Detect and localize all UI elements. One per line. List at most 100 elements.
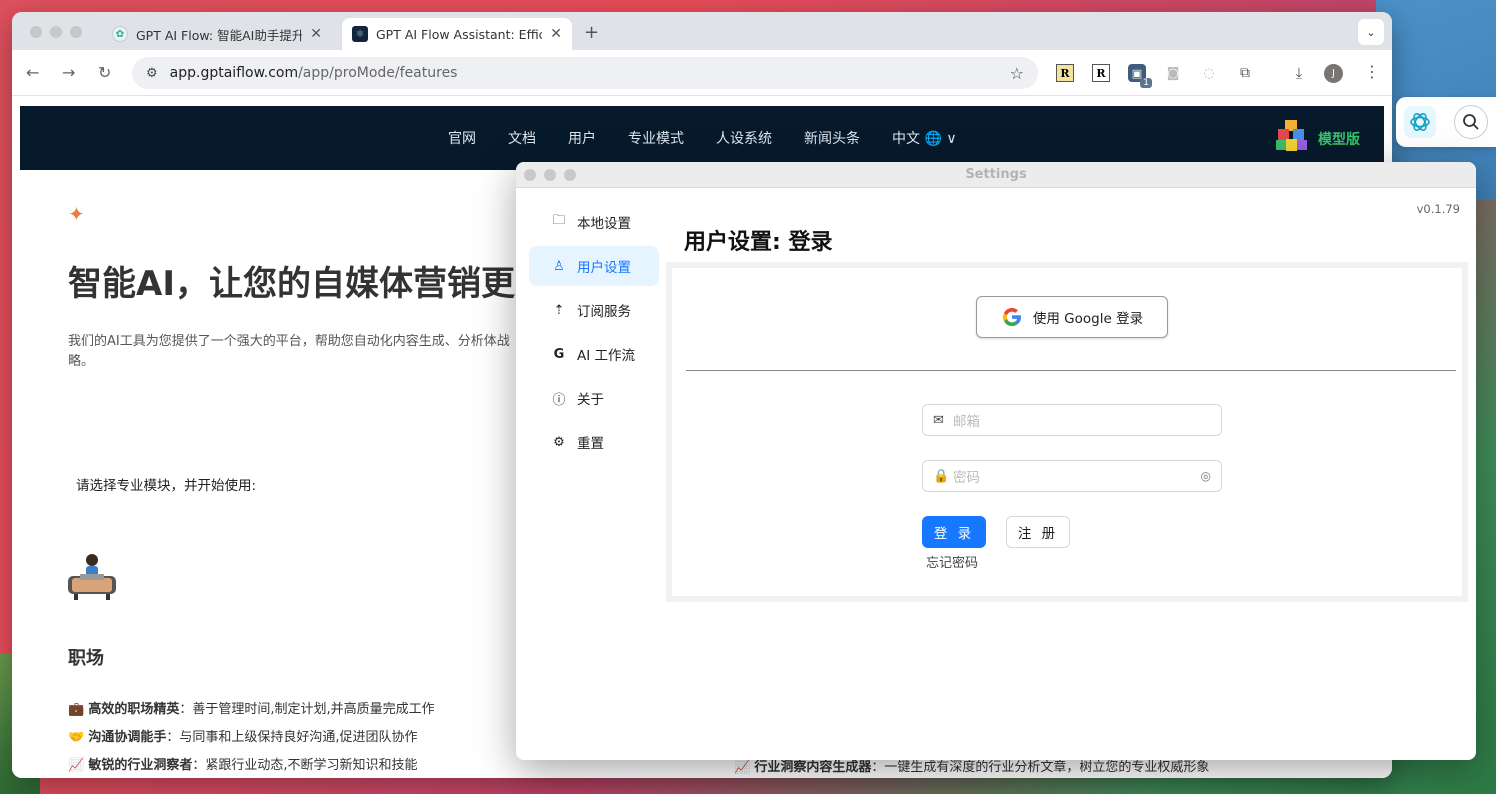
eye-hidden-icon[interactable]: ◎ — [1201, 469, 1211, 483]
extension-badge-icon[interactable]: ▣ 1 — [1128, 64, 1152, 88]
openai-logo-icon — [1410, 113, 1430, 131]
office-worker-icon[interactable] — [66, 550, 118, 602]
extension-dimmed-icon[interactable]: ◌ — [1200, 64, 1218, 82]
user-icon: ♙ — [553, 258, 565, 274]
close-tab-icon[interactable]: ✕ — [550, 26, 562, 42]
extension-r-yellow-icon[interactable]: R — [1056, 64, 1074, 82]
tab-bar: ✿ GPT AI Flow: 智能AI助手提升工作效率 ✕ ⚛ GPT AI F… — [12, 12, 1392, 50]
extension-r-icon[interactable]: R — [1092, 64, 1110, 82]
feature-name: 沟通协调能手 — [88, 730, 167, 745]
menu-item-user-settings[interactable]: ♙ 用户设置 — [529, 246, 659, 286]
login-button[interactable]: 登 录 — [922, 516, 986, 548]
close-window-button[interactable] — [30, 26, 42, 38]
feature-desc: ：与同事和上级保持良好沟通,促进团队协作 — [166, 730, 418, 745]
settings-menu: 🗀 本地设置 ♙ 用户设置 ⇡ 订阅服务 G AI 工作流 ⓘ 关于 ⚙ 重置 — [529, 202, 659, 466]
react-favicon-icon: ⚛ — [352, 26, 368, 42]
address-bar[interactable]: ⚙ app.gptaiflow.com/app/proMode/features… — [132, 57, 1038, 89]
download-icon[interactable]: ⤓ — [1290, 64, 1308, 82]
mail-icon: ✉ — [933, 412, 944, 428]
sparkle-icon: ✦ — [68, 202, 85, 226]
tab-title: GPT AI Flow Assistant: Efficient AI — [376, 26, 543, 42]
folder-icon: 🗀 — [552, 213, 566, 228]
site-settings-icon[interactable]: ⚙ — [146, 66, 158, 81]
reload-icon[interactable]: ↻ — [98, 63, 111, 82]
nav-links: 官网 文档 用户 专业模式 人设系统 新闻头条 中文 🌐 ∨ — [448, 128, 957, 148]
register-button[interactable]: 注 册 — [1006, 516, 1070, 548]
version-label: v0.1.79 — [1416, 202, 1460, 216]
search-button[interactable] — [1454, 105, 1488, 139]
section-title-workplace: 职场 — [68, 648, 104, 669]
chevron-down-icon: ⌄ — [1366, 25, 1376, 39]
language-selector[interactable]: 中文 🌐 ∨ — [892, 128, 957, 148]
nav-link-homepage[interactable]: 官网 — [448, 128, 476, 148]
settings-window: Settings 🗀 本地设置 ♙ 用户设置 ⇡ 订阅服务 G AI 工作流 ⓘ… — [516, 162, 1476, 760]
google-g-icon: G — [553, 346, 565, 362]
handshake-icon: 🤝 — [68, 730, 85, 745]
nav-link-user[interactable]: 用户 — [568, 128, 596, 148]
menu-item-label: 订阅服务 — [577, 304, 631, 320]
more-menu-icon[interactable]: ⋮ — [1364, 62, 1380, 81]
cubes-logo-icon — [1276, 120, 1307, 151]
info-icon: ⓘ — [552, 392, 566, 408]
menu-item-label: 用户设置 — [577, 260, 631, 276]
forgot-password-link[interactable]: 忘记密码 — [926, 552, 978, 571]
url-text[interactable]: app.gptaiflow.com/app/proMode/features — [170, 65, 1010, 81]
minimize-window-button[interactable] — [50, 26, 62, 38]
feature-item[interactable]: 💼 高效的职场精英：善于管理时间,制定计划,并高质量完成工作 — [68, 700, 435, 728]
settings-window-title: Settings — [965, 167, 1027, 182]
browser-toolbar: ← → ↻ ⚙ app.gptaiflow.com/app/proMode/fe… — [12, 50, 1392, 96]
feature-desc: ：善于管理时间,制定计划,并高质量完成工作 — [179, 702, 435, 717]
puzzle-extensions-icon[interactable]: ⧉ — [1236, 64, 1254, 82]
email-field[interactable]: ✉ 邮箱 — [922, 404, 1222, 436]
hero-description: 我们的AI工具为您提供了一个强大的平台，帮助您自动化内容生成、分析体战略。 — [68, 332, 518, 372]
menu-item-ai-workflow[interactable]: G AI 工作流 — [529, 334, 659, 374]
search-icon — [1463, 114, 1479, 130]
zoom-window-button[interactable] — [70, 26, 82, 38]
nav-link-news[interactable]: 新闻头条 — [804, 128, 860, 148]
menu-item-reset[interactable]: ⚙ 重置 — [529, 422, 659, 462]
menu-item-subscription[interactable]: ⇡ 订阅服务 — [529, 290, 659, 330]
feature-item[interactable]: 🤝 沟通协调能手：与同事和上级保持良好沟通,促进团队协作 — [68, 728, 435, 756]
menu-item-label: 重置 — [577, 436, 604, 452]
feature-desc: ：紧跟行业动态,不断学习新知识和技能 — [192, 758, 418, 773]
feature-desc: ：一键生成有深度的行业分析文章，树立您的专业权威形象 — [871, 760, 1210, 775]
menu-item-about[interactable]: ⓘ 关于 — [529, 378, 659, 418]
model-version-label[interactable]: 模型版 — [1318, 129, 1360, 149]
profile-avatar[interactable]: J — [1324, 64, 1343, 83]
tab-gpt-ai-flow-assistant[interactable]: ⚛ GPT AI Flow Assistant: Efficient AI ✕ — [342, 18, 572, 50]
forward-arrow-icon[interactable]: → — [62, 63, 75, 82]
divider — [686, 370, 1456, 371]
nav-link-pro-mode[interactable]: 专业模式 — [628, 128, 684, 148]
chart-up-icon: 📈 — [68, 758, 85, 773]
choose-module-prompt: 请选择专业模块，并开始使用: — [76, 478, 257, 494]
url-host: app.gptaiflow.com — [169, 65, 299, 81]
chatgpt-icon[interactable] — [1404, 106, 1436, 138]
bookmark-star-icon[interactable]: ☆ — [1010, 64, 1024, 83]
nav-link-persona[interactable]: 人设系统 — [716, 128, 772, 148]
email-placeholder: 邮箱 — [953, 414, 980, 430]
menu-item-label: 关于 — [577, 392, 604, 408]
back-arrow-icon[interactable]: ← — [26, 63, 39, 82]
menu-item-label: AI 工作流 — [577, 348, 636, 364]
camera-icon[interactable]: ◙ — [1164, 64, 1182, 82]
menu-item-local-settings[interactable]: 🗀 本地设置 — [529, 202, 659, 242]
window-controls — [30, 26, 82, 38]
hero-title: 智能AI，让您的自媒体营销更 — [68, 264, 515, 304]
login-panel: 使用 Google 登录 ✉ 邮箱 🔒 密码 ◎ 登 录 注 册 忘记密码 — [666, 262, 1468, 602]
feature-name: 行业洞察内容生成器 — [754, 760, 872, 775]
gear-icon: ⚙ — [553, 434, 565, 450]
feature-name: 敏锐的行业洞察者 — [88, 758, 193, 773]
google-login-button[interactable]: 使用 Google 登录 — [976, 296, 1168, 338]
menu-item-label: 本地设置 — [577, 216, 631, 232]
google-login-label: 使用 Google 登录 — [1032, 311, 1144, 327]
site-favicon-icon: ✿ — [112, 26, 128, 42]
feature-item[interactable]: 📈 敏锐的行业洞察者：紧跟行业动态,不断学习新知识和技能 — [68, 756, 435, 778]
password-field[interactable]: 🔒 密码 ◎ — [922, 460, 1222, 492]
close-tab-icon[interactable]: ✕ — [310, 26, 322, 42]
new-tab-icon[interactable]: + — [584, 22, 599, 43]
tab-gpt-ai-flow[interactable]: ✿ GPT AI Flow: 智能AI助手提升工作效率 ✕ — [102, 18, 332, 50]
rocket-icon: ⇡ — [553, 302, 565, 318]
settings-titlebar: Settings — [516, 162, 1476, 188]
tab-search-button[interactable]: ⌄ — [1358, 19, 1384, 45]
nav-link-docs[interactable]: 文档 — [508, 128, 536, 148]
